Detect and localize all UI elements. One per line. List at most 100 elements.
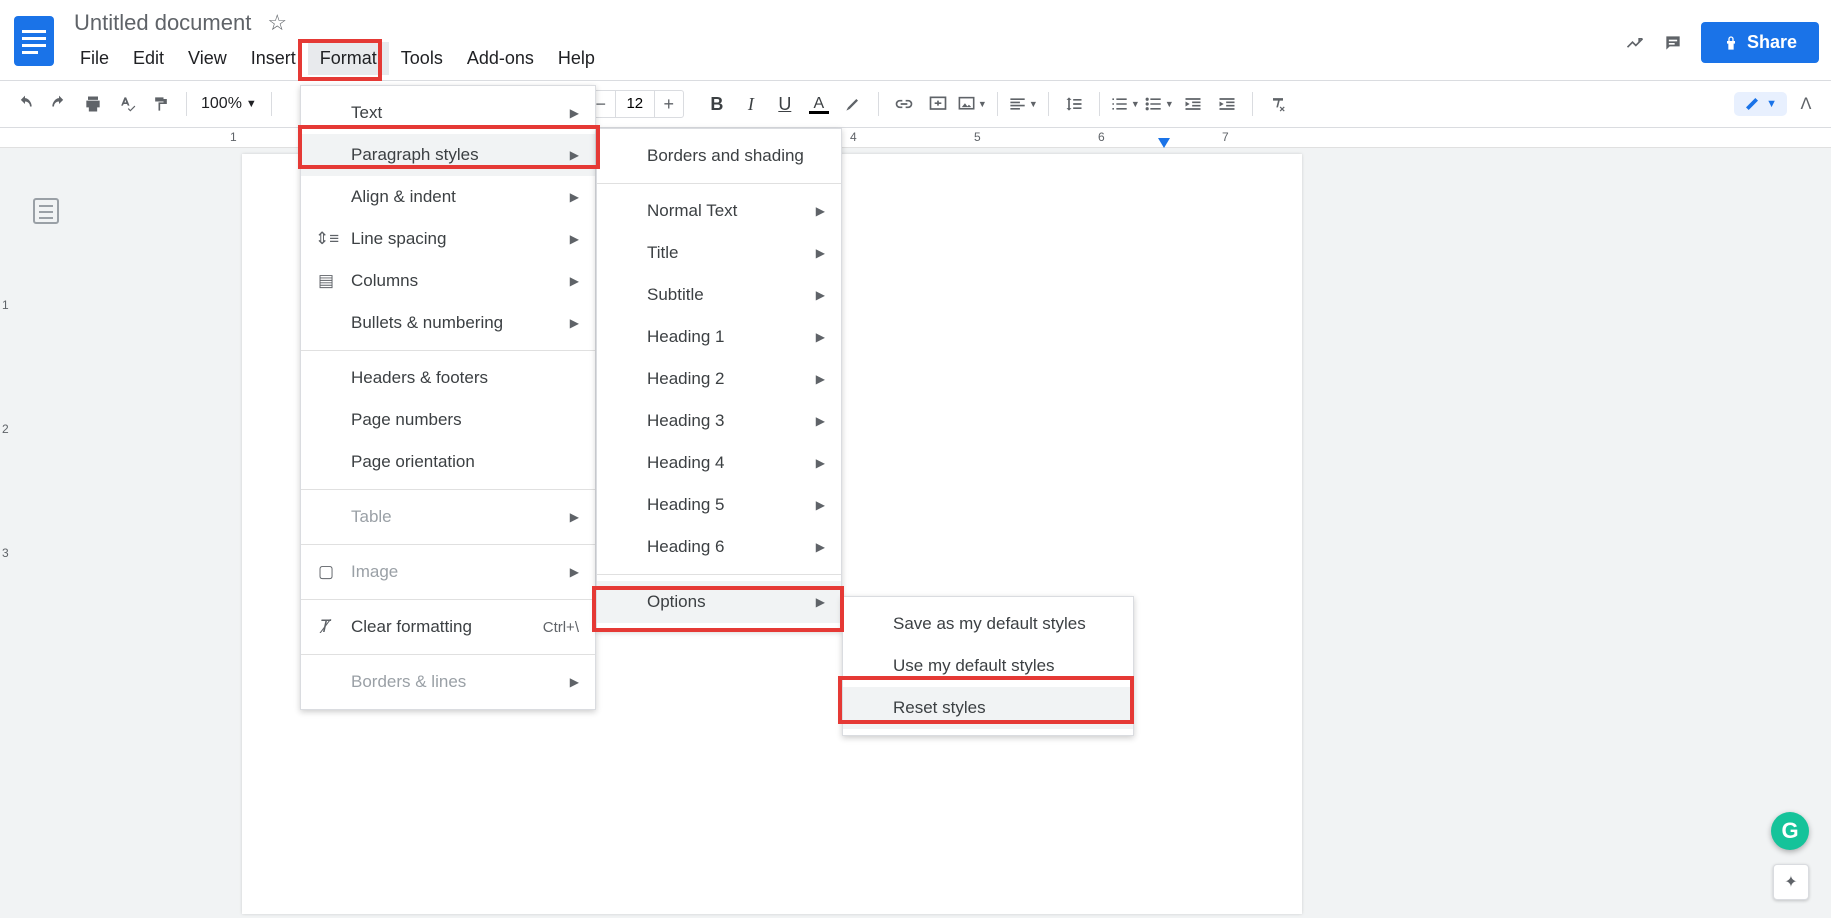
undo-icon[interactable] <box>10 89 40 119</box>
insert-image-icon[interactable]: ▼ <box>957 89 987 119</box>
chevron-right-icon: ▶ <box>816 204 825 218</box>
explore-icon[interactable]: ✦ <box>1773 864 1809 900</box>
chevron-right-icon: ▶ <box>816 498 825 512</box>
numbered-list-icon[interactable]: ▼ <box>1110 89 1140 119</box>
para-heading-2[interactable]: Heading 2▶ <box>597 358 841 400</box>
format-text[interactable]: Text▶ <box>301 92 595 134</box>
format-paragraph-styles[interactable]: Paragraph styles▶ <box>301 134 595 176</box>
activity-icon[interactable] <box>1625 33 1645 53</box>
chevron-right-icon: ▶ <box>816 288 825 302</box>
para-heading-1[interactable]: Heading 1▶ <box>597 316 841 358</box>
ruler-tick: 7 <box>1222 130 1229 144</box>
share-label: Share <box>1747 32 1797 53</box>
ruler-tick: 2 <box>2 422 20 546</box>
para-heading-5[interactable]: Heading 5▶ <box>597 484 841 526</box>
add-comment-icon[interactable] <box>923 89 953 119</box>
ruler-tick: 3 <box>2 546 20 670</box>
decrease-indent-icon[interactable] <box>1178 89 1208 119</box>
editing-mode[interactable]: ▼ <box>1734 92 1787 116</box>
options-save-default[interactable]: Save as my default styles <box>843 603 1133 645</box>
menu-help[interactable]: Help <box>546 42 607 75</box>
chevron-right-icon: ▶ <box>816 330 825 344</box>
grammarly-icon[interactable]: G <box>1771 812 1809 850</box>
chevron-right-icon: ▶ <box>816 246 825 260</box>
format-page-orientation[interactable]: Page orientation <box>301 441 595 483</box>
docs-home-icon[interactable] <box>12 12 56 70</box>
separator <box>271 92 272 116</box>
collapse-toolbar-icon[interactable]: ᐱ <box>1791 89 1821 119</box>
line-spacing-icon[interactable] <box>1059 89 1089 119</box>
format-page-numbers[interactable]: Page numbers <box>301 399 595 441</box>
share-button[interactable]: Share <box>1701 22 1819 63</box>
font-size-control: − 12 + <box>586 90 684 118</box>
indent-marker-icon[interactable] <box>1158 138 1170 148</box>
redo-icon[interactable] <box>44 89 74 119</box>
separator <box>878 92 879 116</box>
menu-addons[interactable]: Add-ons <box>455 42 546 75</box>
print-icon[interactable] <box>78 89 108 119</box>
header: Untitled document ☆ File Edit View Inser… <box>0 0 1831 80</box>
italic-icon[interactable]: I <box>736 89 766 119</box>
header-right: Share <box>1625 22 1819 63</box>
outline-icon[interactable] <box>33 198 59 224</box>
font-size-increase[interactable]: + <box>655 94 683 115</box>
clear-formatting-icon[interactable] <box>1263 89 1293 119</box>
menu-view[interactable]: View <box>176 42 239 75</box>
insert-link-icon[interactable] <box>889 89 919 119</box>
bulleted-list-icon[interactable]: ▼ <box>1144 89 1174 119</box>
menu-file[interactable]: File <box>68 42 121 75</box>
chevron-right-icon: ▶ <box>570 274 579 288</box>
format-columns[interactable]: ▤Columns▶ <box>301 260 595 302</box>
separator <box>1252 92 1253 116</box>
para-subtitle[interactable]: Subtitle▶ <box>597 274 841 316</box>
increase-indent-icon[interactable] <box>1212 89 1242 119</box>
para-heading-4[interactable]: Heading 4▶ <box>597 442 841 484</box>
align-icon[interactable]: ▼ <box>1008 89 1038 119</box>
underline-icon[interactable]: U <box>770 89 800 119</box>
options-reset-styles[interactable]: Reset styles <box>843 687 1133 729</box>
chevron-right-icon: ▶ <box>570 510 579 524</box>
ruler-tick: 6 <box>1098 130 1105 144</box>
format-align-indent[interactable]: Align & indent▶ <box>301 176 595 218</box>
para-normal-text[interactable]: Normal Text▶ <box>597 190 841 232</box>
clear-format-icon: 𝑇̸ <box>315 617 337 637</box>
menu-tools[interactable]: Tools <box>389 42 455 75</box>
format-line-spacing[interactable]: ⇕≡Line spacing▶ <box>301 218 595 260</box>
para-heading-3[interactable]: Heading 3▶ <box>597 400 841 442</box>
zoom-select[interactable]: 100% ▼ <box>197 95 261 113</box>
chevron-right-icon: ▶ <box>570 106 579 120</box>
format-headers-footers[interactable]: Headers & footers <box>301 357 595 399</box>
toolbar: 100% ▼ − 12 + B I U A ▼ ▼ ▼ ▼ ▼ ᐱ <box>0 80 1831 128</box>
menu-insert[interactable]: Insert <box>239 42 308 75</box>
paint-format-icon[interactable] <box>146 89 176 119</box>
para-title[interactable]: Title▶ <box>597 232 841 274</box>
menu-format[interactable]: Format <box>308 42 389 75</box>
horizontal-ruler[interactable]: 1 4 5 6 7 <box>0 128 1831 148</box>
bold-icon[interactable]: B <box>702 89 732 119</box>
vertical-ruler[interactable]: 1 2 3 <box>2 298 20 670</box>
star-icon[interactable]: ☆ <box>267 10 287 36</box>
menu-edit[interactable]: Edit <box>121 42 176 75</box>
spellcheck-icon[interactable] <box>112 89 142 119</box>
format-clear-formatting[interactable]: 𝑇̸Clear formattingCtrl+\ <box>301 606 595 648</box>
para-heading-6[interactable]: Heading 6▶ <box>597 526 841 568</box>
format-bullets-numbering[interactable]: Bullets & numbering▶ <box>301 302 595 344</box>
para-borders-shading[interactable]: Borders and shading <box>597 135 841 177</box>
title-row: Untitled document ☆ <box>68 8 1625 38</box>
format-borders-lines: Borders & lines▶ <box>301 661 595 703</box>
options-menu: Save as my default styles Use my default… <box>842 596 1134 736</box>
chevron-right-icon: ▶ <box>570 232 579 246</box>
highlight-icon[interactable] <box>838 89 868 119</box>
comments-icon[interactable] <box>1663 33 1683 53</box>
document-title[interactable]: Untitled document <box>68 8 257 38</box>
chevron-right-icon: ▶ <box>816 540 825 554</box>
options-use-default[interactable]: Use my default styles <box>843 645 1133 687</box>
text-color-icon[interactable]: A <box>804 89 834 119</box>
para-options[interactable]: Options▶ <box>597 581 841 623</box>
chevron-right-icon: ▶ <box>570 675 579 689</box>
separator <box>186 92 187 116</box>
menubar: File Edit View Insert Format Tools Add-o… <box>68 42 1625 75</box>
columns-icon: ▤ <box>315 271 337 291</box>
font-size-value[interactable]: 12 <box>615 90 655 118</box>
chevron-right-icon: ▶ <box>816 456 825 470</box>
